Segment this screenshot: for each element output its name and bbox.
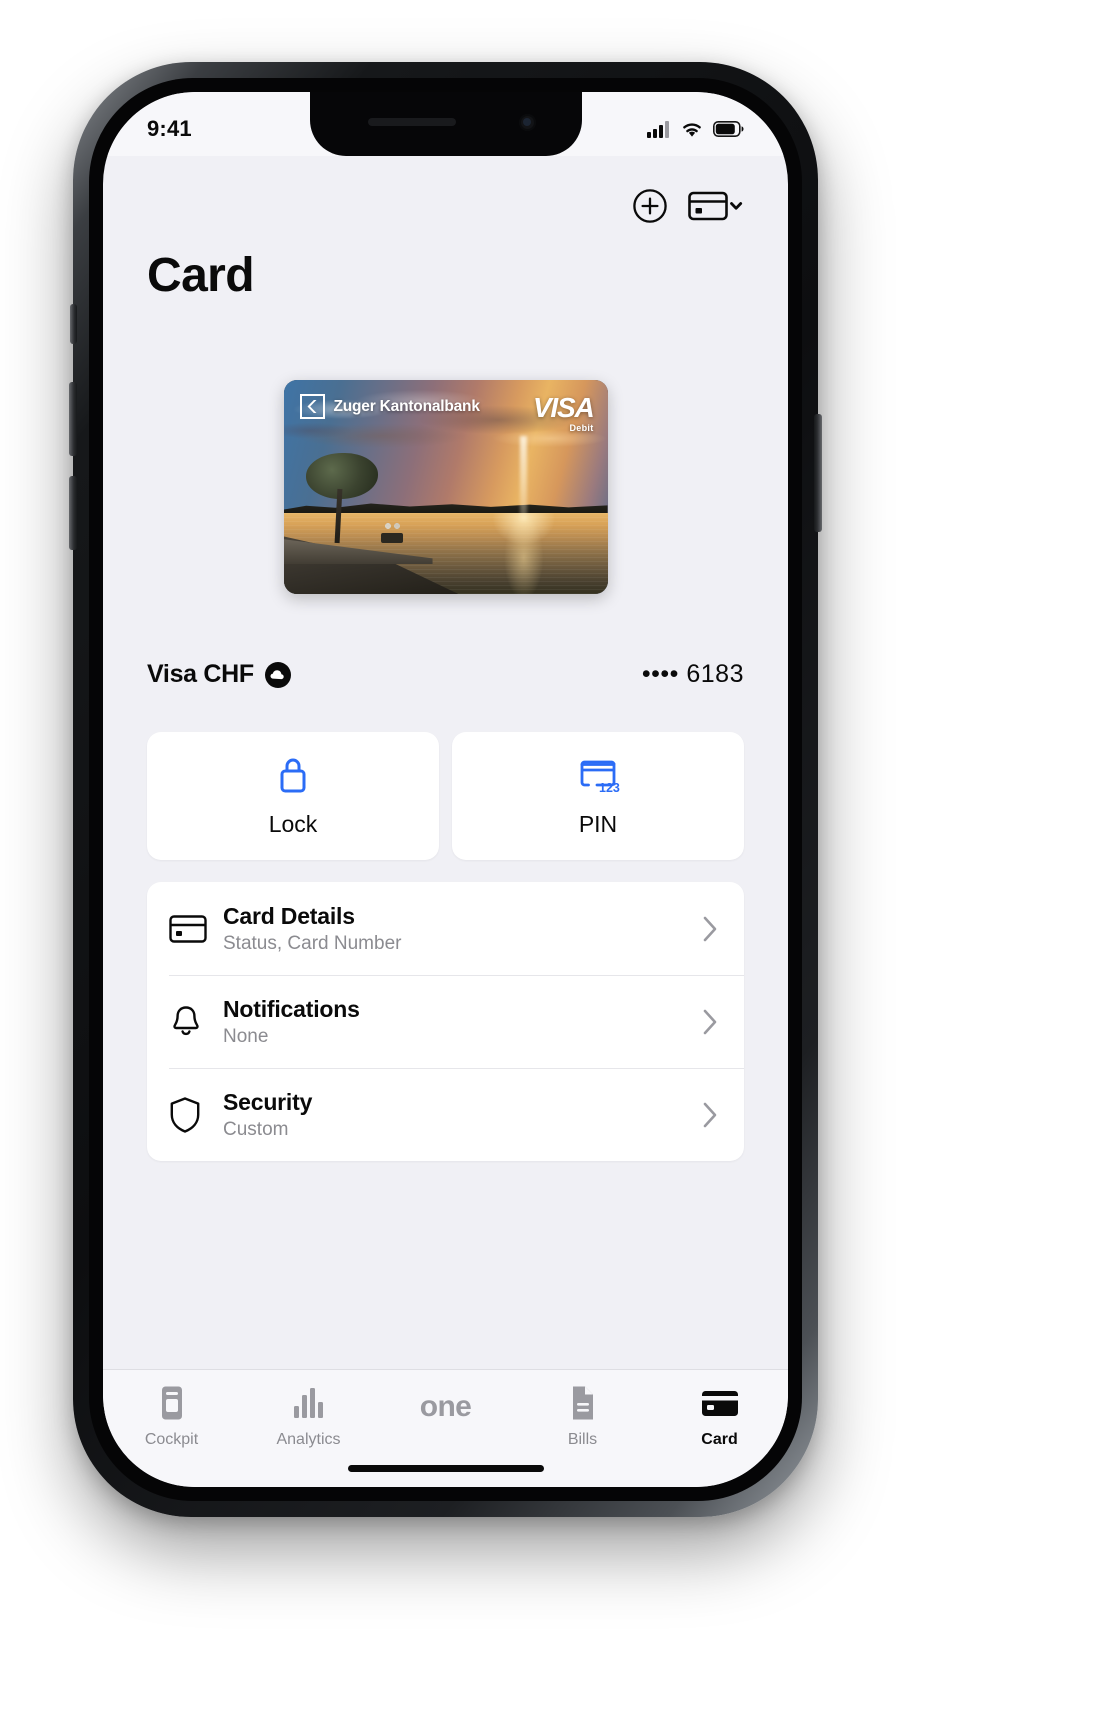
card-art-people bbox=[383, 520, 402, 532]
row-icon-wrap bbox=[169, 914, 223, 944]
earpiece-speaker bbox=[367, 118, 456, 126]
card-meta-left: Visa CHF bbox=[147, 660, 291, 689]
card-art-tree bbox=[306, 452, 380, 569]
tab-cockpit[interactable]: Cockpit bbox=[103, 1384, 240, 1449]
tab-label: Cockpit bbox=[144, 1431, 199, 1448]
card-meta-row: Visa CHF •••• 6183 bbox=[103, 660, 788, 689]
chevron-right-icon bbox=[703, 916, 717, 941]
settings-row-notifications[interactable]: Notifications None bbox=[147, 975, 744, 1068]
credit-card-icon bbox=[169, 914, 207, 943]
lock-card-label: Lock bbox=[268, 811, 318, 837]
add-card-button[interactable] bbox=[632, 188, 668, 224]
volume-up-button[interactable] bbox=[69, 382, 77, 456]
status-time: 9:41 bbox=[147, 116, 192, 141]
plus-circle-icon bbox=[633, 189, 667, 223]
row-text: Security Custom bbox=[223, 1089, 702, 1141]
mute-switch[interactable] bbox=[70, 304, 77, 344]
tab-bills[interactable]: Bills bbox=[514, 1384, 651, 1449]
card-art-bench bbox=[380, 532, 403, 543]
visa-debit-label: Debit bbox=[569, 423, 594, 433]
home-indicator[interactable] bbox=[347, 1465, 544, 1472]
credit-card-chevron-icon bbox=[688, 191, 743, 221]
settings-row-security[interactable]: Security Custom bbox=[147, 1068, 744, 1161]
card-masked-number: •••• 6183 bbox=[641, 660, 744, 688]
volume-down-button[interactable] bbox=[69, 476, 77, 550]
settings-row-card-details[interactable]: Card Details Status, Card Number bbox=[147, 882, 744, 975]
tab-card[interactable]: Card bbox=[651, 1384, 788, 1449]
card-filled-icon bbox=[701, 1391, 738, 1416]
row-chevron bbox=[702, 1008, 718, 1036]
row-title: Security bbox=[223, 1088, 313, 1115]
lock-icon bbox=[280, 758, 306, 793]
front-camera bbox=[518, 114, 536, 131]
pin-button[interactable]: 123 PIN bbox=[452, 732, 744, 860]
card-name-label: Visa CHF bbox=[147, 660, 254, 688]
row-chevron bbox=[702, 915, 718, 943]
row-subtitle: Status, Card Number bbox=[223, 932, 402, 954]
one-wordmark: one bbox=[419, 1390, 472, 1423]
display-notch bbox=[309, 92, 582, 156]
svg-text:123: 123 bbox=[599, 781, 620, 795]
row-icon-wrap bbox=[169, 1096, 223, 1134]
row-text: Card Details Status, Card Number bbox=[223, 903, 702, 955]
row-subtitle: None bbox=[223, 1025, 269, 1047]
row-text: Notifications None bbox=[223, 996, 702, 1048]
row-title: Card Details bbox=[223, 902, 355, 929]
power-button[interactable] bbox=[814, 414, 822, 532]
cockpit-icon bbox=[161, 1386, 182, 1420]
quick-actions: Lock 123 PIN bbox=[103, 732, 788, 860]
card-pin-123-icon: 123 bbox=[580, 760, 620, 795]
card-artwork[interactable]: Zuger Kantonalbank VISA Debit bbox=[283, 380, 608, 594]
phone-screen: 9:41 Card Zuger Kantonalbank VISA Debit … bbox=[103, 92, 788, 1487]
row-title: Notifications bbox=[223, 995, 360, 1022]
bar-chart-icon bbox=[293, 1388, 323, 1418]
cloud-circle-icon bbox=[264, 661, 291, 688]
header-actions bbox=[147, 178, 744, 234]
zkb-chevron-mark-icon bbox=[299, 394, 325, 419]
visa-wordmark: VISA bbox=[532, 392, 595, 423]
phone-frame: 9:41 Card Zuger Kantonalbank VISA Debit … bbox=[69, 62, 822, 1517]
battery-icon bbox=[713, 121, 744, 137]
switch-card-button[interactable] bbox=[688, 189, 744, 223]
card-bank-logo: Zuger Kantonalbank bbox=[299, 394, 480, 419]
wifi-icon bbox=[683, 122, 701, 137]
card-art-fountain bbox=[520, 435, 528, 522]
app-header: Card bbox=[103, 156, 788, 303]
row-subtitle: Custom bbox=[223, 1118, 289, 1140]
chevron-right-icon bbox=[703, 1009, 717, 1034]
row-chevron bbox=[702, 1101, 718, 1129]
tab-label: Bills bbox=[567, 1431, 598, 1448]
card-network-logo: VISA Debit bbox=[532, 392, 595, 434]
bell-icon bbox=[173, 1005, 199, 1035]
pin-label: PIN bbox=[578, 811, 618, 837]
cellular-signal-icon bbox=[647, 120, 669, 138]
settings-list: Card Details Status, Card Number Notific… bbox=[103, 882, 788, 1161]
card-bank-name: Zuger Kantonalbank bbox=[333, 397, 480, 415]
document-icon bbox=[572, 1386, 593, 1420]
chevron-right-icon bbox=[703, 1102, 717, 1127]
shield-icon bbox=[170, 1096, 200, 1133]
tab-label: Card bbox=[701, 1431, 738, 1448]
tab-analytics[interactable]: Analytics bbox=[240, 1384, 377, 1449]
card-artwork-container: Zuger Kantonalbank VISA Debit bbox=[103, 380, 788, 594]
tab-one[interactable]: one bbox=[377, 1384, 514, 1422]
status-icons bbox=[647, 111, 744, 138]
tab-label: Analytics bbox=[276, 1431, 341, 1448]
row-icon-wrap bbox=[169, 1004, 223, 1040]
page-title: Card bbox=[147, 249, 255, 302]
settings-card: Card Details Status, Card Number Notific… bbox=[147, 882, 744, 1161]
lock-card-button[interactable]: Lock bbox=[147, 732, 439, 860]
